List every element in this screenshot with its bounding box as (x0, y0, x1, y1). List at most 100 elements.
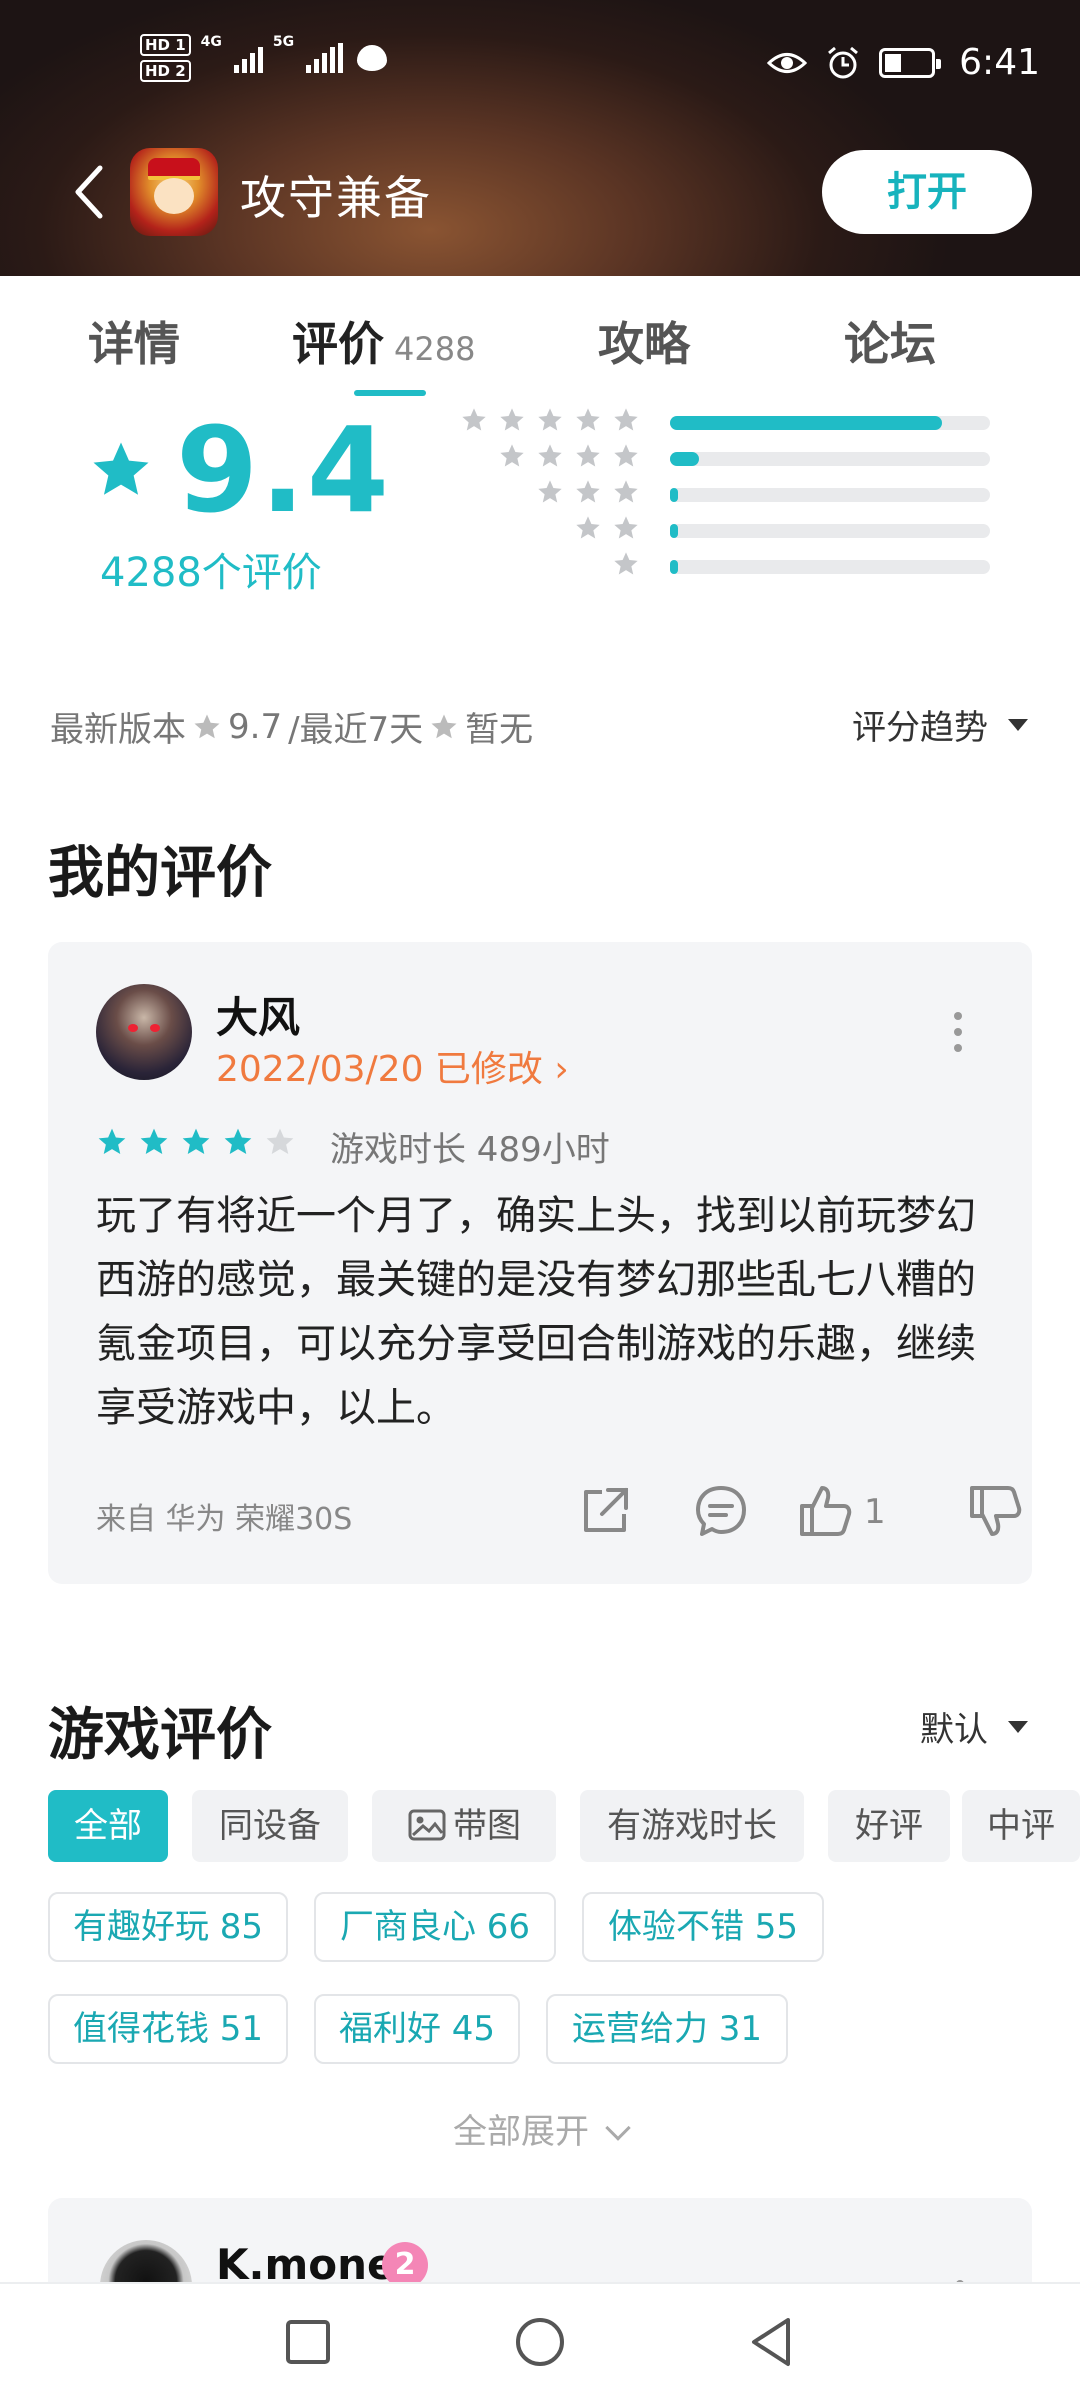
rating-bar-fill (670, 560, 678, 574)
home-button[interactable] (512, 2314, 568, 2370)
system-nav-bar (0, 2282, 1080, 2400)
star-icon (614, 444, 638, 467)
star-icon (538, 444, 562, 467)
sim1-indicator: HD 1 (140, 34, 191, 56)
signal-5g-icon (306, 43, 344, 73)
review-username[interactable]: 大风 (216, 984, 300, 1045)
star-icon (194, 714, 220, 738)
tag-chip[interactable]: 厂商良心 66 (314, 1892, 556, 1962)
rating-bar (670, 524, 990, 538)
star-icon (614, 552, 638, 575)
message-icon (357, 45, 388, 71)
star-icon (538, 480, 562, 503)
recents-button[interactable] (280, 2314, 336, 2370)
rating-bar-fill (670, 524, 678, 538)
tab-bar: 详情 评价 4288 攻略 论坛 (0, 300, 1080, 400)
star-icon (182, 1128, 210, 1154)
comment-icon[interactable] (692, 1482, 750, 1540)
dropdown-arrow-icon (1008, 718, 1028, 731)
star-icon (140, 1128, 168, 1154)
expand-all-button[interactable]: 全部展开 (0, 2104, 1080, 2153)
tag-chip[interactable]: 运营给力 31 (546, 1994, 788, 2064)
tab-reviews-count: 4288 (394, 330, 476, 368)
app-bar: 攻守兼备 打开 (0, 140, 1080, 250)
star-icon (93, 442, 149, 495)
sim2-indicator: HD 2 (140, 60, 191, 82)
signal-4g-icon (233, 43, 263, 73)
filter-chips: 全部 同设备 带图 有游戏时长 好评 中评 (48, 1790, 1080, 1862)
app-title: 攻守兼备 (240, 171, 432, 225)
rating-bar (670, 488, 990, 502)
battery-icon (879, 47, 942, 78)
rating-bar-fill (670, 452, 699, 466)
avatar[interactable] (96, 984, 192, 1080)
filter-has-playtime[interactable]: 有游戏时长 (580, 1790, 804, 1862)
tag-chip[interactable]: 有趣好玩 85 (48, 1892, 288, 1962)
chevron-down-icon (605, 2115, 631, 2141)
star-icon (614, 516, 638, 539)
more-options-icon[interactable] (954, 1012, 964, 1052)
review-text: 玩了有将近一个月了，确实上头，找到以前玩梦幻西游的感觉，最关键的是没有梦幻那些乱… (96, 1193, 976, 1431)
playtime: 游戏时长 489小时 (330, 1130, 610, 1170)
rating-row-2-star (450, 514, 1010, 544)
star-icon (614, 408, 638, 431)
latest-version-label: 最新版本 (50, 710, 186, 750)
rating-count: 4288个评价 (100, 550, 322, 596)
sort-label: 默认 (920, 1710, 988, 1750)
tag-chip[interactable]: 体验不错 55 (582, 1892, 824, 1962)
rating-bar (670, 416, 990, 430)
recent-score: 暂无 (465, 710, 534, 750)
star-icon (576, 408, 600, 431)
tab-indicator (354, 390, 426, 396)
dropdown-arrow-icon (1008, 1720, 1028, 1733)
tag-chip[interactable]: 福利好 45 (314, 1994, 520, 2064)
score-trend-dropdown[interactable]: 评分趋势 (852, 700, 1028, 749)
star-icon (576, 444, 600, 467)
tab-reviews[interactable]: 评价 4288 (292, 308, 475, 374)
star-icon (224, 1128, 252, 1154)
rating-row-1-star (450, 550, 1010, 580)
star-icon (614, 480, 638, 503)
status-bar: HD 1 HD 2 4G 5G 6:41 (0, 0, 1080, 130)
rating-bar-fill (670, 488, 678, 502)
review-date-link[interactable]: 2022/03/20 已修改 › (216, 1040, 569, 1092)
rating-row-3-star (450, 478, 1010, 508)
rating-row-5-star (450, 406, 1010, 436)
filter-neutral[interactable]: 中评 (962, 1790, 1080, 1862)
filter-same-device[interactable]: 同设备 (192, 1790, 348, 1862)
rating-bar (670, 560, 990, 574)
star-icon (500, 408, 524, 431)
tab-details[interactable]: 详情 (88, 308, 180, 374)
star-icon (266, 1128, 294, 1154)
game-reviews-heading: 游戏评价 (48, 1703, 272, 1768)
latest-version-score: 9.7 (228, 706, 283, 747)
rating-row-4-star (450, 442, 1010, 472)
score-value: 9.4 (176, 401, 392, 539)
like-icon[interactable] (796, 1482, 854, 1540)
alarm-icon (828, 46, 859, 78)
dislike-icon[interactable] (966, 1482, 1024, 1540)
my-review-heading: 我的评价 (48, 841, 272, 906)
star-icon (431, 714, 457, 738)
score-trend-label: 评分趋势 (852, 708, 988, 748)
tag-chip[interactable]: 值得花钱 51 (48, 1994, 288, 2064)
back-arrow-icon[interactable] (66, 162, 116, 222)
recent-label: /最近7天 (288, 710, 424, 750)
network-4g-label: 4G (200, 34, 222, 50)
rating-bar-fill (670, 416, 942, 430)
sort-dropdown[interactable]: 默认 (920, 1702, 1028, 1751)
back-button[interactable] (744, 2314, 800, 2370)
filter-positive[interactable]: 好评 (828, 1790, 950, 1862)
clock: 6:41 (959, 42, 1040, 83)
tab-forum[interactable]: 论坛 (844, 308, 936, 374)
star-icon (576, 516, 600, 539)
share-icon[interactable] (576, 1482, 634, 1540)
filter-all[interactable]: 全部 (48, 1790, 168, 1862)
tab-guides[interactable]: 攻略 (598, 308, 690, 374)
eye-icon (767, 52, 808, 73)
app-icon (130, 148, 218, 236)
open-button[interactable]: 打开 (822, 150, 1032, 234)
my-review-card: 大风 2022/03/20 已修改 › 游戏时长 489小时 玩了有将近一个月了… (48, 942, 1032, 1584)
star-icon (538, 408, 562, 431)
filter-with-image[interactable]: 带图 (372, 1790, 556, 1862)
